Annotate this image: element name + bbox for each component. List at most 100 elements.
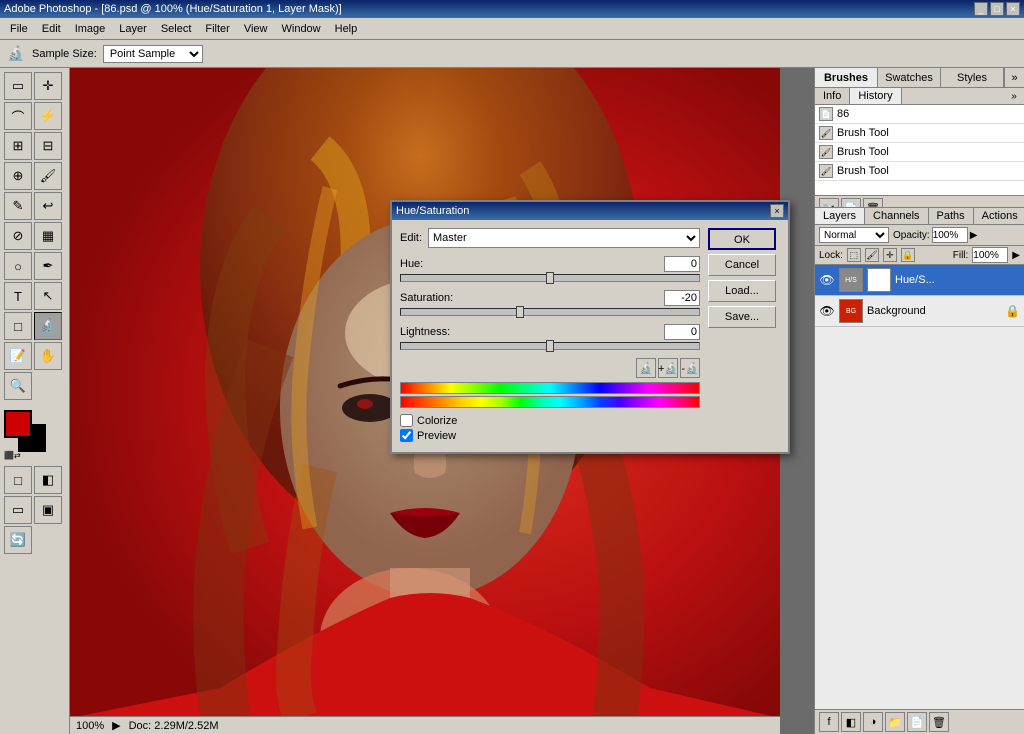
move-tool[interactable]: ✛ bbox=[34, 72, 62, 100]
tab-brushes[interactable]: Brushes bbox=[815, 68, 878, 87]
slice-tool[interactable]: ⊟ bbox=[34, 132, 62, 160]
history-item-0[interactable]: 📄 86 bbox=[815, 105, 1024, 124]
history-item-1[interactable]: 🖌 Brush Tool bbox=[815, 124, 1024, 143]
rectangular-marquee-tool[interactable]: ▭ bbox=[4, 72, 32, 100]
dialog-close-button[interactable]: × bbox=[770, 204, 784, 218]
sample-range-btn[interactable]: +🔬 bbox=[658, 358, 678, 378]
saturation-value-input[interactable] bbox=[664, 290, 700, 306]
ok-button[interactable]: OK bbox=[708, 228, 776, 250]
new-document-btn[interactable]: 📄 bbox=[841, 198, 861, 208]
menu-filter[interactable]: Filter bbox=[199, 21, 235, 37]
standard-mode-btn[interactable]: □ bbox=[4, 466, 32, 494]
text-tool[interactable]: T bbox=[4, 282, 32, 310]
edit-dropdown[interactable]: Master Reds Yellows Greens Cyans Blues M… bbox=[428, 228, 700, 248]
save-button[interactable]: Save... bbox=[708, 306, 776, 328]
fill-arrow[interactable]: ▶ bbox=[1012, 250, 1020, 261]
history-brush-tool[interactable]: ↩ bbox=[34, 192, 62, 220]
opacity-input[interactable] bbox=[932, 227, 968, 243]
lock-pixels-btn[interactable]: 🖌 bbox=[865, 248, 879, 262]
load-button[interactable]: Load... bbox=[708, 280, 776, 302]
edit-in-imageready-btn[interactable]: 🔄 bbox=[4, 526, 32, 554]
title-bar-controls[interactable]: _ □ × bbox=[974, 2, 1020, 16]
lock-position-btn[interactable]: ✛ bbox=[883, 248, 897, 262]
lasso-tool[interactable]: ⌒ bbox=[4, 102, 32, 130]
menu-view[interactable]: View bbox=[238, 21, 274, 37]
layer-item-1[interactable]: 👁 BG Background 🔒 bbox=[815, 296, 1024, 327]
layer-mask-btn[interactable]: ◧ bbox=[841, 712, 861, 732]
foreground-color-swatch[interactable] bbox=[4, 410, 32, 438]
lightness-slider-thumb[interactable] bbox=[546, 340, 554, 352]
lock-all-btn[interactable]: 🔒 bbox=[901, 248, 915, 262]
point-sample-select[interactable]: Point Sample 3 by 3 Average 5 by 5 Avera… bbox=[103, 45, 203, 63]
lock-transparent-btn[interactable]: ⬚ bbox=[847, 248, 861, 262]
magic-wand-tool[interactable]: ⚡ bbox=[34, 102, 62, 130]
hue-slider-thumb[interactable] bbox=[546, 272, 554, 284]
close-button[interactable]: × bbox=[1006, 2, 1020, 16]
pen-tool[interactable]: ✒ bbox=[34, 252, 62, 280]
menu-window[interactable]: Window bbox=[276, 21, 327, 37]
layer-eye-0[interactable]: 👁 bbox=[819, 272, 835, 288]
sample-color-btn[interactable]: 🔬 bbox=[636, 358, 656, 378]
gradient-tool[interactable]: ▦ bbox=[34, 222, 62, 250]
fill-input[interactable] bbox=[972, 247, 1008, 263]
tab-styles[interactable]: Styles bbox=[941, 68, 1004, 87]
lightness-value-input[interactable] bbox=[664, 324, 700, 340]
standard-screen-btn[interactable]: ▭ bbox=[4, 496, 32, 524]
tab-history[interactable]: History bbox=[850, 88, 901, 104]
brush-tool[interactable]: 🖌 bbox=[34, 162, 62, 190]
preview-checkbox[interactable] bbox=[400, 429, 413, 442]
new-fill-btn[interactable]: ◑ bbox=[863, 712, 883, 732]
crop-tool[interactable]: ⊞ bbox=[4, 132, 32, 160]
layer-item-0[interactable]: 👁 H/S ▩ Hue/S... bbox=[815, 265, 1024, 296]
healing-brush-tool[interactable]: ⊕ bbox=[4, 162, 32, 190]
full-screen-btn[interactable]: ▣ bbox=[34, 496, 62, 524]
menu-help[interactable]: Help bbox=[329, 21, 364, 37]
minus-sample-btn[interactable]: -🔬 bbox=[680, 358, 700, 378]
delete-btn[interactable]: 🗑 bbox=[863, 198, 883, 208]
saturation-slider-track[interactable] bbox=[400, 308, 700, 316]
zoom-tool[interactable]: 🔍 bbox=[4, 372, 32, 400]
tab-channels[interactable]: Channels bbox=[865, 208, 928, 224]
menu-edit[interactable]: Edit bbox=[36, 21, 67, 37]
maximize-button[interactable]: □ bbox=[990, 2, 1004, 16]
new-group-btn[interactable]: 📁 bbox=[885, 712, 905, 732]
menu-select[interactable]: Select bbox=[155, 21, 198, 37]
layer-styles-btn[interactable]: f bbox=[819, 712, 839, 732]
swap-colors-icon[interactable]: ⇄ bbox=[14, 451, 21, 460]
dialog-titlebar[interactable]: Hue/Saturation × bbox=[392, 202, 788, 220]
default-colors-icon[interactable]: ⬛ bbox=[4, 451, 14, 460]
history-item-3[interactable]: 🖌 Brush Tool bbox=[815, 162, 1024, 181]
history-panel-menu[interactable]: » bbox=[1004, 88, 1024, 104]
quick-mask-btn[interactable]: ◧ bbox=[34, 466, 62, 494]
clone-stamp-tool[interactable]: ✎ bbox=[4, 192, 32, 220]
panel-menu-btn[interactable]: » bbox=[1004, 68, 1024, 87]
tab-swatches[interactable]: Swatches bbox=[878, 68, 941, 87]
opacity-arrow[interactable]: ▶ bbox=[970, 230, 978, 241]
cancel-button[interactable]: Cancel bbox=[708, 254, 776, 276]
tab-info[interactable]: Info bbox=[815, 88, 850, 104]
colorize-checkbox[interactable] bbox=[400, 414, 413, 427]
history-item-2[interactable]: 🖌 Brush Tool bbox=[815, 143, 1024, 162]
menu-file[interactable]: File bbox=[4, 21, 34, 37]
new-layer-btn[interactable]: 📄 bbox=[907, 712, 927, 732]
eyedropper-tool[interactable]: 🔬 bbox=[34, 312, 62, 340]
menu-image[interactable]: Image bbox=[69, 21, 112, 37]
hue-value-input[interactable] bbox=[664, 256, 700, 272]
eraser-tool[interactable]: ⊘ bbox=[4, 222, 32, 250]
menu-layer[interactable]: Layer bbox=[113, 21, 153, 37]
new-snapshot-btn[interactable]: 📷 bbox=[819, 198, 839, 208]
delete-layer-btn[interactable]: 🗑 bbox=[929, 712, 949, 732]
hue-slider-track[interactable] bbox=[400, 274, 700, 282]
saturation-slider-thumb[interactable] bbox=[516, 306, 524, 318]
path-selection-tool[interactable]: ↖ bbox=[34, 282, 62, 310]
shape-tool[interactable]: □ bbox=[4, 312, 32, 340]
dodge-tool[interactable]: ○ bbox=[4, 252, 32, 280]
blend-mode-select[interactable]: Normal Multiply Screen bbox=[819, 227, 889, 243]
hand-tool[interactable]: ✋ bbox=[34, 342, 62, 370]
tab-layers[interactable]: Layers bbox=[815, 208, 865, 224]
lightness-slider-track[interactable] bbox=[400, 342, 700, 350]
tab-paths[interactable]: Paths bbox=[929, 208, 974, 224]
notes-tool[interactable]: 📝 bbox=[4, 342, 32, 370]
minimize-button[interactable]: _ bbox=[974, 2, 988, 16]
layer-eye-1[interactable]: 👁 bbox=[819, 303, 835, 319]
